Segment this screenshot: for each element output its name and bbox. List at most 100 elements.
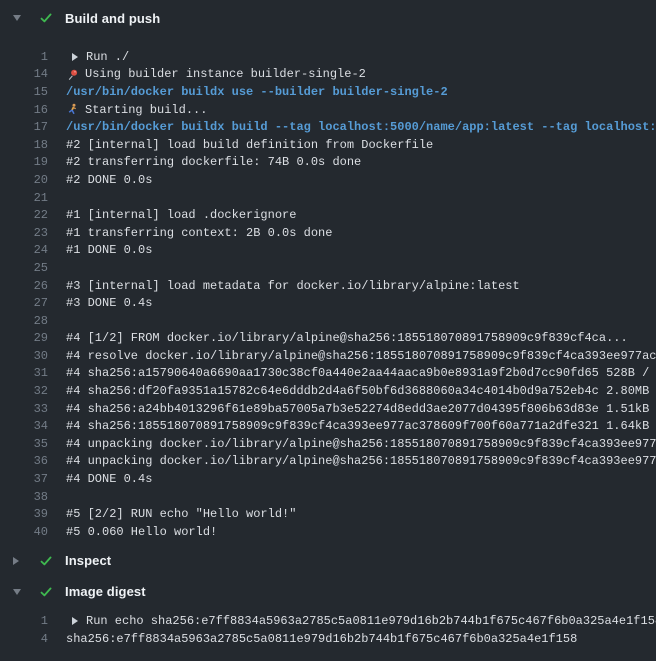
line-number[interactable]: 20 bbox=[0, 173, 48, 187]
log-line-content: Run ./ bbox=[66, 50, 656, 64]
line-number[interactable]: 4 bbox=[0, 632, 48, 646]
log-text: #4 [1/2] FROM docker.io/library/alpine@s… bbox=[66, 331, 628, 345]
log-line: 14Using builder instance builder-single-… bbox=[0, 66, 656, 84]
workflow-log-panel: Build and push 1 Run ./ 14Using builder ins… bbox=[0, 3, 656, 648]
line-number[interactable]: 32 bbox=[0, 384, 48, 398]
section-title: Build and push bbox=[65, 11, 160, 26]
log-line-content: /usr/bin/docker buildx build --tag local… bbox=[66, 120, 656, 134]
log-line-content: #1 [internal] load .dockerignore bbox=[66, 208, 656, 222]
log-line: 39 #5 [2/2] RUN echo "Hello world!" bbox=[0, 505, 656, 523]
line-number[interactable]: 36 bbox=[0, 454, 48, 468]
log-text: #5 0.060 Hello world! bbox=[66, 525, 217, 539]
log-text: sha256:e7ff8834a5963a2785c5a0811e979d16b… bbox=[66, 632, 577, 646]
section-header-inspect[interactable]: Inspect bbox=[0, 546, 656, 576]
line-number[interactable]: 14 bbox=[0, 67, 48, 81]
section-header-build-and-push[interactable]: Build and push bbox=[0, 3, 656, 33]
log-text: #4 unpacking docker.io/library/alpine@sh… bbox=[66, 454, 656, 468]
pushpin-icon bbox=[66, 68, 79, 81]
log-line: 28 bbox=[0, 312, 656, 330]
check-icon bbox=[39, 554, 53, 568]
log-line: 36 #4 unpacking docker.io/library/alpine@… bbox=[0, 453, 656, 471]
log-line-content: #4 sha256:a15790640a6690aa1730c38cf0a440… bbox=[66, 366, 656, 380]
run-expander-icon[interactable] bbox=[72, 53, 78, 61]
line-number[interactable]: 38 bbox=[0, 490, 48, 504]
log-line: 1 Run ./ bbox=[0, 48, 656, 66]
log-line: 18#2 [internal] load build definition fr… bbox=[0, 136, 656, 154]
log-text: #4 sha256:df20fa9351a15782c64e6dddb2d4a6… bbox=[66, 384, 656, 398]
log-text: #5 [2/2] RUN echo "Hello world!" bbox=[66, 507, 296, 521]
line-number[interactable]: 33 bbox=[0, 402, 48, 416]
log-text: Run ./ bbox=[86, 50, 129, 64]
log-line: 21 bbox=[0, 189, 656, 207]
log-line: 35 #4 unpacking docker.io/library/alpine@… bbox=[0, 435, 656, 453]
log-line: 32 #4 sha256:df20fa9351a15782c64e6dddb2d4… bbox=[0, 382, 656, 400]
check-icon bbox=[39, 585, 53, 599]
log-line-content: #4 sha256:df20fa9351a15782c64e6dddb2d4a6… bbox=[66, 384, 656, 398]
log-line: 17/usr/bin/docker buildx build --tag loc… bbox=[0, 118, 656, 136]
line-number[interactable]: 37 bbox=[0, 472, 48, 486]
log-text: #4 unpacking docker.io/library/alpine@sh… bbox=[66, 437, 656, 451]
log-line: 20 #2 DONE 0.0s bbox=[0, 171, 656, 189]
line-number[interactable]: 19 bbox=[0, 155, 48, 169]
log-line: 24#1 DONE 0.0s bbox=[0, 242, 656, 260]
line-number[interactable]: 15 bbox=[0, 85, 48, 99]
line-number[interactable]: 30 bbox=[0, 349, 48, 363]
line-number[interactable]: 29 bbox=[0, 331, 48, 345]
log-line: 1 Run echo sha256:e7ff8834a5963a2785c5a08… bbox=[0, 613, 656, 631]
log-text: #3 [internal] load metadata for docker.i… bbox=[66, 279, 520, 293]
line-number[interactable]: 35 bbox=[0, 437, 48, 451]
log-line: 38 bbox=[0, 488, 656, 506]
line-number[interactable]: 18 bbox=[0, 138, 48, 152]
log-line: 34 #4 sha256:185518070891758909c9f839cf4c… bbox=[0, 417, 656, 435]
line-number[interactable]: 34 bbox=[0, 419, 48, 433]
line-number[interactable]: 23 bbox=[0, 226, 48, 240]
run-expander-icon[interactable] bbox=[72, 617, 78, 625]
line-number[interactable]: 1 bbox=[0, 614, 48, 628]
line-number[interactable]: 22 bbox=[0, 208, 48, 222]
section-header-image-digest[interactable]: Image digest bbox=[0, 577, 656, 607]
check-icon bbox=[39, 11, 53, 25]
line-number[interactable]: 27 bbox=[0, 296, 48, 310]
log-line: 19#2 transferring dockerfile: 74B 0.0s d… bbox=[0, 154, 656, 172]
runner-icon bbox=[66, 103, 79, 116]
line-number[interactable]: 39 bbox=[0, 507, 48, 521]
chevron-down-icon[interactable] bbox=[13, 15, 29, 21]
log-line: 37 #4 DONE 0.4s bbox=[0, 470, 656, 488]
line-number[interactable]: 31 bbox=[0, 366, 48, 380]
log-line: 15/usr/bin/docker buildx use --builder b… bbox=[0, 83, 656, 101]
line-number[interactable]: 21 bbox=[0, 191, 48, 205]
chevron-right-icon[interactable] bbox=[13, 557, 29, 565]
line-number[interactable]: 24 bbox=[0, 243, 48, 257]
log-text: #4 DONE 0.4s bbox=[66, 472, 152, 486]
section-title: Image digest bbox=[65, 584, 146, 599]
log-line: 23#1 transferring context: 2B 0.0s done bbox=[0, 224, 656, 242]
line-number[interactable]: 40 bbox=[0, 525, 48, 539]
command-text: /usr/bin/docker buildx use --builder bui… bbox=[66, 85, 448, 99]
log-line-content: #5 [2/2] RUN echo "Hello world!" bbox=[66, 507, 656, 521]
log-line-content: Run echo sha256:e7ff8834a5963a2785c5a081… bbox=[66, 614, 656, 628]
log-line: 30 #4 resolve docker.io/library/alpine@sh… bbox=[0, 347, 656, 365]
log-text: #4 sha256:185518070891758909c9f839cf4ca3… bbox=[66, 419, 656, 433]
section-title: Inspect bbox=[65, 553, 111, 568]
log-line-content: sha256:e7ff8834a5963a2785c5a0811e979d16b… bbox=[66, 632, 656, 646]
log-line: 29 #4 [1/2] FROM docker.io/library/alpine… bbox=[0, 330, 656, 348]
log-line: 31 #4 sha256:a15790640a6690aa1730c38cf0a4… bbox=[0, 365, 656, 383]
log-line: 33#4 sha256:a24bb4013296f61e89ba57005a7b… bbox=[0, 400, 656, 418]
log-line-content: Starting build... bbox=[66, 103, 656, 117]
log-line: 40 #5 0.060 Hello world! bbox=[0, 523, 656, 541]
line-number[interactable]: 17 bbox=[0, 120, 48, 134]
log-line-content: #5 0.060 Hello world! bbox=[66, 525, 656, 539]
log-text: #2 DONE 0.0s bbox=[66, 173, 152, 187]
line-number[interactable]: 26 bbox=[0, 279, 48, 293]
line-number[interactable]: 25 bbox=[0, 261, 48, 275]
line-number[interactable]: 28 bbox=[0, 314, 48, 328]
log-line-content: #4 DONE 0.4s bbox=[66, 472, 656, 486]
log-line: 4 sha256:e7ff8834a5963a2785c5a0811e979d16… bbox=[0, 630, 656, 648]
chevron-down-icon[interactable] bbox=[13, 589, 29, 595]
log-text: Starting build... bbox=[85, 103, 207, 117]
line-number[interactable]: 1 bbox=[0, 50, 48, 64]
log-text: #4 resolve docker.io/library/alpine@sha2… bbox=[66, 349, 656, 363]
log-text: #3 DONE 0.4s bbox=[66, 296, 152, 310]
log-block-build-and-push: 1 Run ./ 14Using builder instance builder-… bbox=[0, 48, 656, 541]
line-number[interactable]: 16 bbox=[0, 103, 48, 117]
